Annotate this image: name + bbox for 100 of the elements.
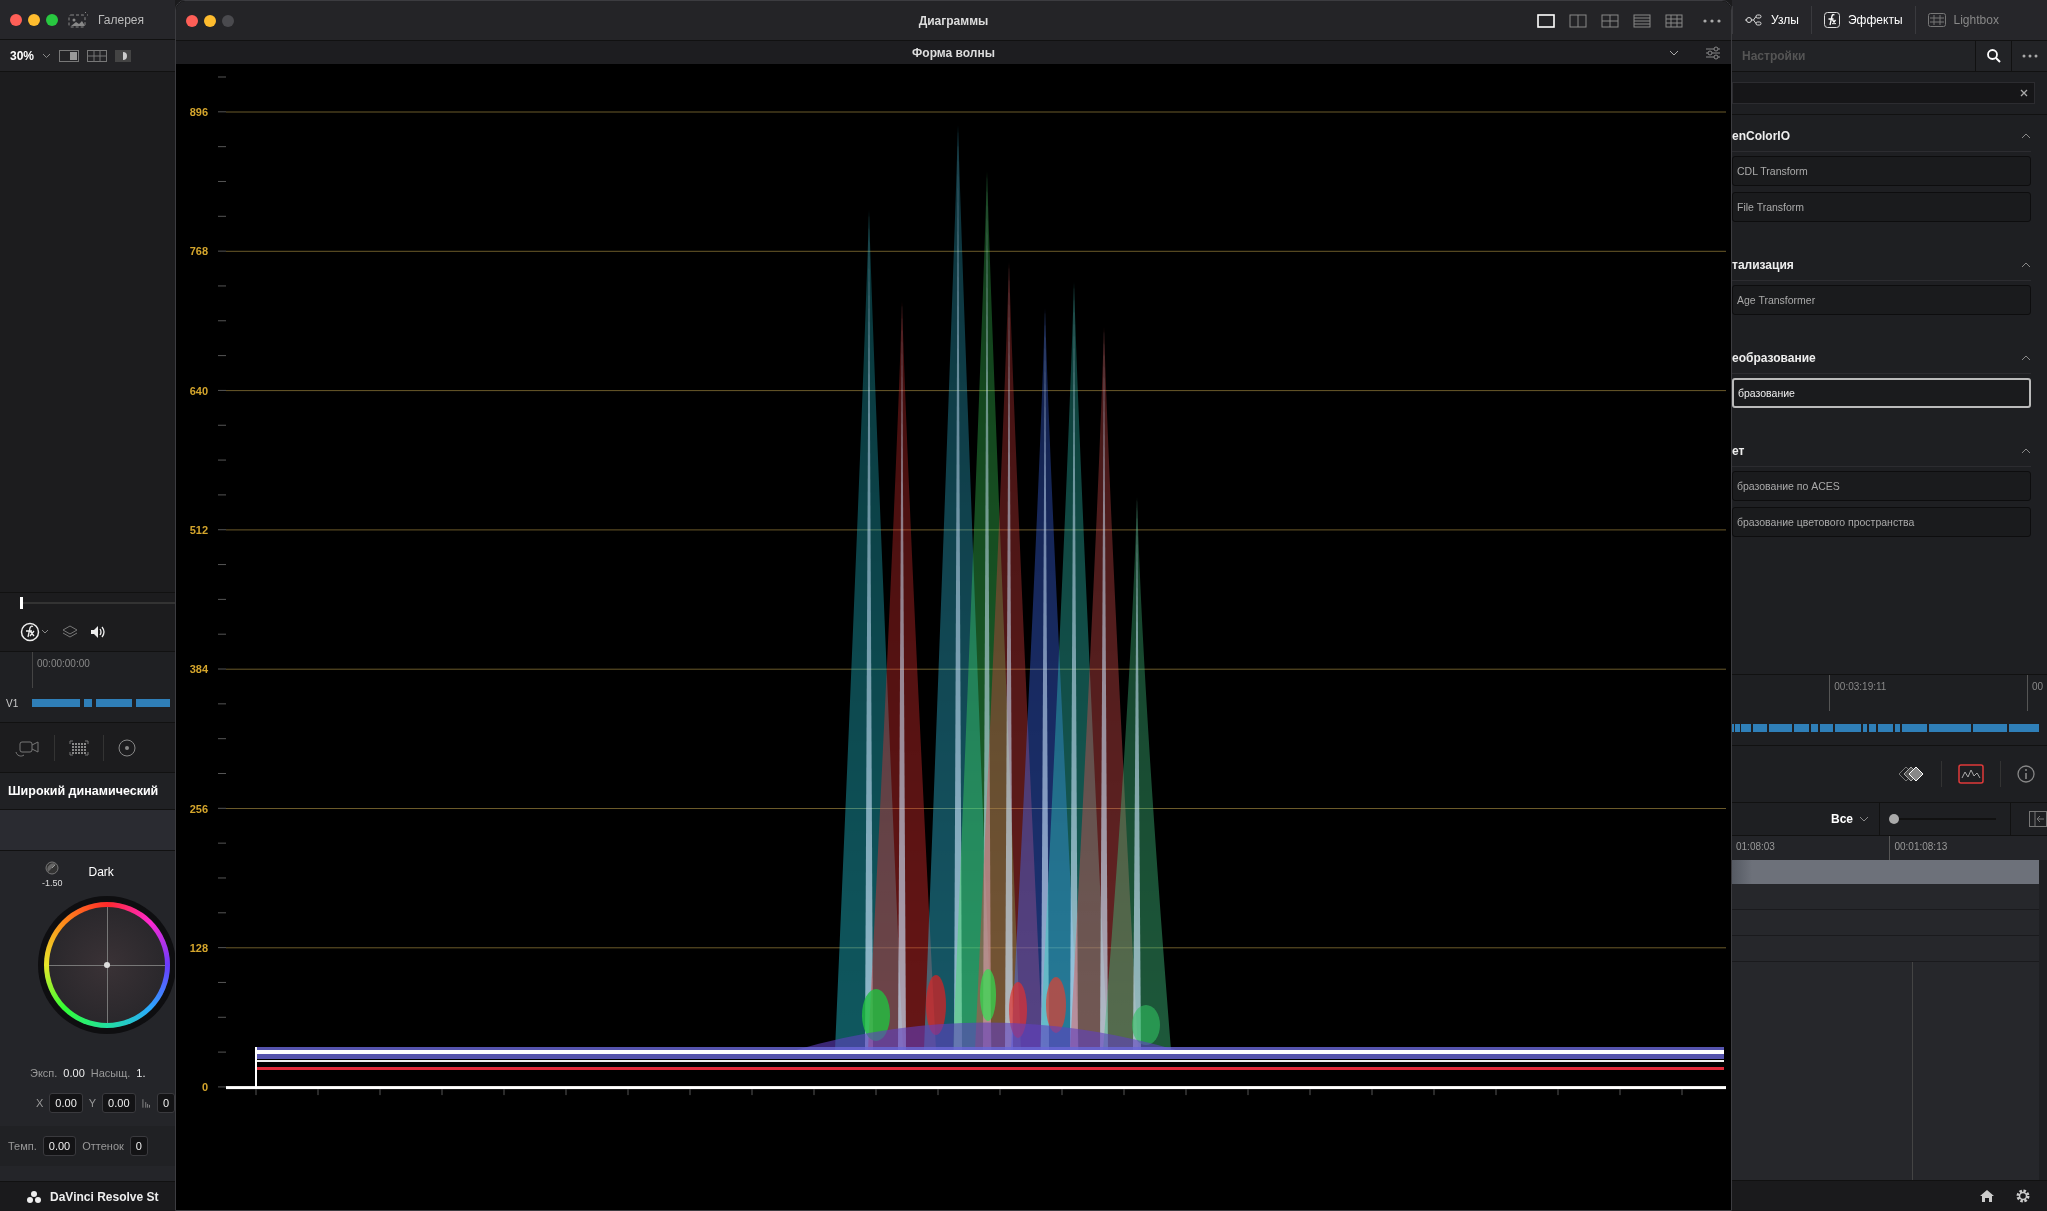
zoom-slider-thumb[interactable] <box>1889 814 1899 824</box>
timecode: 00:00:00:00 <box>37 658 90 669</box>
effect-item[interactable]: CDL Transform <box>1732 156 2031 186</box>
axis-label: Y <box>88 1097 97 1109</box>
nodes-icon <box>1745 14 1763 26</box>
clip[interactable] <box>1895 724 1901 732</box>
more-icon[interactable] <box>2021 54 2038 58</box>
filter-dropdown[interactable]: Все <box>1732 803 1880 835</box>
fx-icon[interactable] <box>20 622 50 642</box>
clip[interactable] <box>1794 724 1809 732</box>
clip-bar[interactable] <box>1732 860 2039 884</box>
param-value[interactable]: 0.00 <box>63 1067 85 1079</box>
clip[interactable] <box>1810 724 1819 732</box>
value-field[interactable]: 0.00 <box>42 1136 77 1156</box>
param-label: Насыщ. <box>90 1067 131 1079</box>
layers-icon[interactable] <box>62 625 78 639</box>
close-button[interactable] <box>10 13 22 26</box>
clip[interactable] <box>1902 724 1928 732</box>
param-label: Оттенок <box>82 1140 124 1152</box>
chevron-up-icon[interactable] <box>2021 355 2031 361</box>
gallery-title[interactable]: Галерея <box>98 12 145 27</box>
group-title[interactable]: ет <box>1732 444 1745 458</box>
scale-label: 896 <box>189 106 208 118</box>
clip[interactable] <box>1834 724 1862 732</box>
speaker-icon[interactable] <box>90 625 106 639</box>
chevron-up-icon[interactable] <box>2021 448 2031 454</box>
value-field[interactable]: 0 <box>156 1093 175 1113</box>
timecode: 00:03:19:11 <box>1829 675 2027 711</box>
scale-label: 512 <box>189 523 208 536</box>
group-title[interactable]: тализация <box>1732 258 1794 272</box>
maximize-button[interactable] <box>46 13 58 26</box>
minimize-button[interactable] <box>204 14 216 27</box>
section-title: Широкий динамический <box>0 773 175 810</box>
minimize-button[interactable] <box>28 13 40 26</box>
wheel-label: Dark <box>88 864 114 879</box>
scope-title[interactable]: Форма волны <box>912 45 995 60</box>
param-label: Эксп. <box>30 1067 58 1079</box>
sliders-icon[interactable] <box>1705 45 1721 60</box>
dial-icon[interactable] <box>45 861 60 875</box>
effect-item[interactable]: бразование по ACES <box>1732 471 2031 501</box>
more-icon[interactable] <box>1703 18 1721 23</box>
close-icon[interactable] <box>2020 89 2028 97</box>
param-label: Темп. <box>8 1140 37 1152</box>
chevron-up-icon[interactable] <box>2021 262 2031 268</box>
panel-tab[interactable]: Узлы <box>1732 6 1811 34</box>
scope-icon[interactable] <box>1958 764 1984 784</box>
effect-item[interactable]: бразование <box>1732 378 2031 408</box>
search-icon[interactable] <box>1986 49 2001 63</box>
param-value[interactable]: 1. <box>136 1067 146 1079</box>
clip[interactable] <box>1877 724 1894 732</box>
caret-icon[interactable] <box>1859 816 1869 822</box>
app-name: DaVinci Resolve St <box>50 1189 159 1204</box>
home-icon[interactable] <box>1979 1189 1995 1203</box>
close-button[interactable] <box>186 14 198 27</box>
y-field[interactable]: 0.00 <box>102 1093 136 1113</box>
window-title: Диаграммы <box>918 13 989 28</box>
dot-grid-icon[interactable] <box>69 739 89 756</box>
split-view-icon[interactable] <box>59 49 80 62</box>
panel-tab[interactable]: Эффекты <box>1810 6 1915 34</box>
clip[interactable] <box>1973 724 2008 732</box>
scrubber-handle[interactable] <box>20 597 23 609</box>
chevron-up-icon[interactable] <box>2021 133 2031 139</box>
effect-item[interactable]: Age Transformer <box>1732 285 2031 315</box>
info-icon[interactable] <box>2017 765 2035 783</box>
clip[interactable] <box>96 699 132 707</box>
panel-tab[interactable]: Lightbox <box>1914 6 2011 34</box>
clip[interactable] <box>32 699 80 707</box>
chevron-icon[interactable] <box>1669 49 1679 56</box>
clip[interactable] <box>1752 724 1768 732</box>
group-title[interactable]: еобразование <box>1732 351 1816 365</box>
clip[interactable] <box>136 699 170 707</box>
timecode: 01:08:03 <box>1735 840 1776 854</box>
chevron-icon[interactable] <box>42 52 52 59</box>
clip[interactable] <box>1929 724 1972 732</box>
target-icon[interactable] <box>118 738 136 757</box>
clip[interactable] <box>1769 724 1793 732</box>
search-field[interactable] <box>1732 82 2035 104</box>
x-field[interactable]: 0.00 <box>49 1093 83 1113</box>
scale-label: 0 <box>201 1081 208 1094</box>
dial-value: -1.50 <box>42 878 63 888</box>
logo-icon <box>26 1189 42 1204</box>
settings-icon[interactable] <box>2015 1188 2031 1204</box>
effect-item[interactable]: бразование цветового пространства <box>1732 507 2031 537</box>
compare-icon[interactable] <box>115 49 132 62</box>
zoom-level[interactable]: 30% <box>10 48 35 63</box>
bars-icon <box>141 1098 151 1108</box>
clip[interactable] <box>1820 724 1833 732</box>
layout-button[interactable] <box>1535 11 1557 30</box>
clip[interactable] <box>2009 724 2040 732</box>
photo-icon[interactable] <box>68 11 88 28</box>
effect-item[interactable]: File Transform <box>1732 192 2031 222</box>
clip[interactable] <box>84 699 92 707</box>
scale-label: 384 <box>189 663 208 676</box>
value-field[interactable]: 0 <box>129 1136 148 1156</box>
collapse-panel-icon[interactable] <box>2029 811 2047 827</box>
group-title[interactable]: enColorIO <box>1732 129 1790 143</box>
clip[interactable] <box>1740 724 1751 732</box>
scale-label: 128 <box>189 941 208 954</box>
grid-view-icon[interactable] <box>87 49 108 62</box>
diamonds-icon[interactable] <box>1899 766 1925 782</box>
